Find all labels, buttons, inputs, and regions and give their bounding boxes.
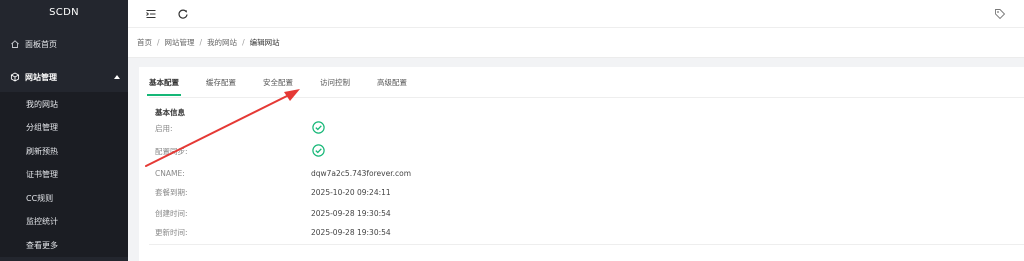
sidebar-item-label: 监控统计 (26, 217, 58, 227)
top-bar (128, 0, 1024, 28)
updated-value: 2025-09-28 19:30:54 (311, 228, 391, 237)
row-cname: CNAME: dqw7a2c5.743forever.com (155, 168, 1015, 180)
plan-expiry-value: 2025-10-20 09:24:11 (311, 188, 391, 197)
tab-access-control[interactable]: 访问控制 (320, 73, 350, 97)
tab-advanced-config[interactable]: 高级配置 (377, 73, 407, 97)
breadcrumb-separator: / (242, 38, 245, 47)
tab-security-config[interactable]: 安全配置 (263, 73, 293, 97)
refresh-icon[interactable] (176, 7, 190, 21)
sidebar-item-label: 查看更多 (26, 240, 58, 250)
check-circle-icon (312, 144, 325, 157)
sidebar-item-site-management[interactable]: 网站管理 (0, 62, 128, 92)
breadcrumb-site-management[interactable]: 网站管理 (165, 37, 195, 48)
menu-fold-icon[interactable] (144, 7, 158, 21)
section-divider (149, 244, 1024, 245)
sidebar-item-monitoring[interactable]: 监控统计 (0, 210, 128, 234)
sidebar-item-dashboard[interactable]: 面板首页 (0, 26, 128, 62)
plan-expiry-label: 套餐到期: (155, 188, 188, 197)
tab-basic-config[interactable]: 基本配置 (147, 73, 181, 97)
created-label: 创建时间: (155, 209, 188, 218)
row-created: 创建时间: 2025-09-28 19:30:54 (155, 208, 1015, 220)
brand-logo: SCDN (49, 7, 79, 18)
cname-label: CNAME: (155, 169, 185, 178)
tab-cache-config[interactable]: 缓存配置 (206, 73, 236, 97)
chevron-up-icon (114, 75, 120, 79)
breadcrumb-home[interactable]: 首页 (137, 37, 152, 48)
edit-site-card: 基本配置 缓存配置 安全配置 访问控制 高级配置 基本信息 启用: 配置同步: … (139, 67, 1024, 261)
enabled-label: 启用: (155, 124, 173, 133)
breadcrumb-current: 编辑网站 (249, 38, 280, 47)
section-title: 基本信息 (155, 108, 185, 117)
updated-label: 更新时间: (155, 228, 188, 237)
sidebar-item-refresh-preheat[interactable]: 刷新预热 (0, 140, 128, 164)
config-sync-label: 配置同步: (155, 147, 188, 156)
cube-icon (10, 72, 20, 82)
config-tabs: 基本配置 缓存配置 安全配置 访问控制 高级配置 (147, 73, 434, 97)
sidebar: SCDN 面板首页 网站管理 我的网站 分组管理 刷新预热 证书管理 CC规则 … (0, 0, 128, 261)
row-config-sync: 配置同步: (155, 144, 1015, 158)
tag-icon[interactable] (993, 7, 1007, 21)
submenu-site-management: 我的网站 分组管理 刷新预热 证书管理 CC规则 监控统计 查看更多 (0, 92, 128, 257)
home-icon (10, 39, 20, 49)
sidebar-item-cc-rules[interactable]: CC规则 (0, 187, 128, 211)
sidebar-item-certificates[interactable]: 证书管理 (0, 163, 128, 187)
row-updated: 更新时间: 2025-09-28 19:30:54 (155, 227, 1015, 239)
row-enabled: 启用: (155, 121, 1015, 135)
breadcrumb-separator: / (157, 38, 160, 47)
check-circle-icon (312, 121, 325, 134)
breadcrumb-my-sites[interactable]: 我的网站 (207, 37, 237, 48)
sidebar-item-label: 面板首页 (25, 39, 57, 49)
breadcrumb: 首页 / 网站管理 / 我的网站 / 编辑网站 (128, 28, 1024, 58)
sidebar-item-more[interactable]: 查看更多 (0, 234, 128, 258)
sidebar-item-my-sites[interactable]: 我的网站 (0, 92, 128, 116)
row-plan-expiry: 套餐到期: 2025-10-20 09:24:11 (155, 187, 1015, 199)
sidebar-item-label: 网站管理 (25, 72, 57, 82)
breadcrumb-separator: / (199, 38, 203, 47)
tabs-divider (149, 97, 1024, 98)
sidebar-item-group-management[interactable]: 分组管理 (0, 116, 128, 140)
cname-value: dqw7a2c5.743forever.com (311, 169, 412, 178)
created-value: 2025-09-28 19:30:54 (311, 209, 391, 218)
